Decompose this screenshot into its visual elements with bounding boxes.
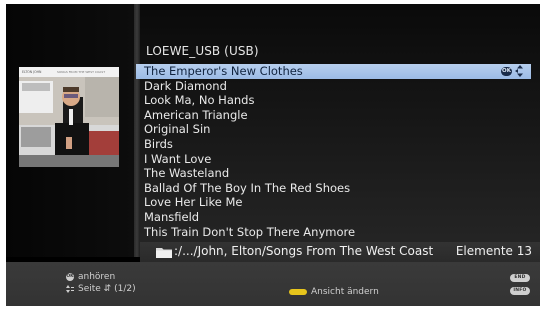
track-title: This Train Don't Stop There Anymore bbox=[144, 224, 356, 239]
track-list[interactable]: The Emperor's New Clothes OK Dark Diamon… bbox=[136, 64, 531, 239]
track-item[interactable]: I Want Love bbox=[136, 152, 531, 167]
track-title: The Emperor's New Clothes bbox=[144, 64, 303, 78]
footer-hints: OK anhören Seite ⇵ (1/2) Ansicht ändern … bbox=[6, 262, 540, 306]
track-title: I Want Love bbox=[144, 151, 212, 166]
source-title: LOEWE_USB (USB) bbox=[146, 44, 259, 58]
hint-page-label: Seite ⇵ (1/2) bbox=[78, 284, 136, 294]
track-title: Love Her Like Me bbox=[144, 195, 243, 210]
track-title: Mansfield bbox=[144, 209, 200, 224]
media-browser-screen: ELTON JOHN SONGS FROM THE WEST COAST LOE… bbox=[6, 4, 540, 306]
hint-change-view-label: Ansicht ändern bbox=[311, 287, 379, 297]
hint-change-view[interactable]: Ansicht ändern bbox=[289, 287, 379, 297]
path-bar: :/.../John, Elton/Songs From The West Co… bbox=[140, 242, 540, 262]
yellow-key-icon bbox=[289, 289, 307, 295]
track-title: Ballad Of The Boy In The Red Shoes bbox=[144, 180, 351, 195]
track-item-selected[interactable]: The Emperor's New Clothes OK bbox=[136, 64, 531, 79]
track-title: Look Ma, No Hands bbox=[144, 93, 255, 108]
track-item[interactable]: The Wasteland bbox=[136, 166, 531, 181]
hint-listen[interactable]: OK anhören bbox=[66, 272, 115, 282]
up-down-arrows-icon bbox=[515, 65, 523, 77]
selected-track-icons: OK bbox=[501, 65, 525, 77]
end-key-icon[interactable]: END bbox=[510, 274, 530, 282]
track-title: Dark Diamond bbox=[144, 78, 227, 93]
info-key-icon[interactable]: INFO bbox=[510, 287, 530, 295]
album-art-artist-text: ELTON JOHN bbox=[22, 70, 42, 74]
track-title: The Wasteland bbox=[144, 166, 230, 181]
page-updown-icon bbox=[66, 285, 74, 293]
ok-button-icon: OK bbox=[66, 273, 74, 281]
track-item[interactable]: American Triangle bbox=[136, 108, 531, 123]
album-cover-image: ELTON JOHN SONGS FROM THE WEST COAST bbox=[19, 67, 119, 167]
track-title: American Triangle bbox=[144, 107, 248, 122]
track-item[interactable]: Original Sin bbox=[136, 122, 531, 137]
track-item[interactable]: Birds bbox=[136, 137, 531, 152]
album-art-title-text: SONGS FROM THE WEST COAST bbox=[57, 70, 105, 74]
ok-badge-icon: OK bbox=[501, 66, 512, 76]
item-count: Elemente 13 bbox=[455, 244, 532, 258]
track-item[interactable]: Love Her Like Me bbox=[136, 195, 531, 210]
track-item[interactable]: Look Ma, No Hands bbox=[136, 93, 531, 108]
track-title: Birds bbox=[144, 136, 173, 151]
album-cover-art: ELTON JOHN SONGS FROM THE WEST COAST bbox=[19, 67, 119, 167]
current-path: :/.../John, Elton/Songs From The West Co… bbox=[174, 244, 434, 258]
track-item[interactable]: Ballad Of The Boy In The Red Shoes bbox=[136, 181, 531, 196]
track-item[interactable]: Mansfield bbox=[136, 210, 531, 225]
track-item[interactable]: Dark Diamond bbox=[136, 79, 531, 94]
track-title: Original Sin bbox=[144, 122, 211, 137]
hint-page[interactable]: Seite ⇵ (1/2) bbox=[66, 284, 136, 294]
track-item[interactable]: This Train Don't Stop There Anymore bbox=[136, 225, 531, 240]
hint-listen-label: anhören bbox=[78, 272, 116, 282]
folder-icon bbox=[156, 248, 172, 258]
